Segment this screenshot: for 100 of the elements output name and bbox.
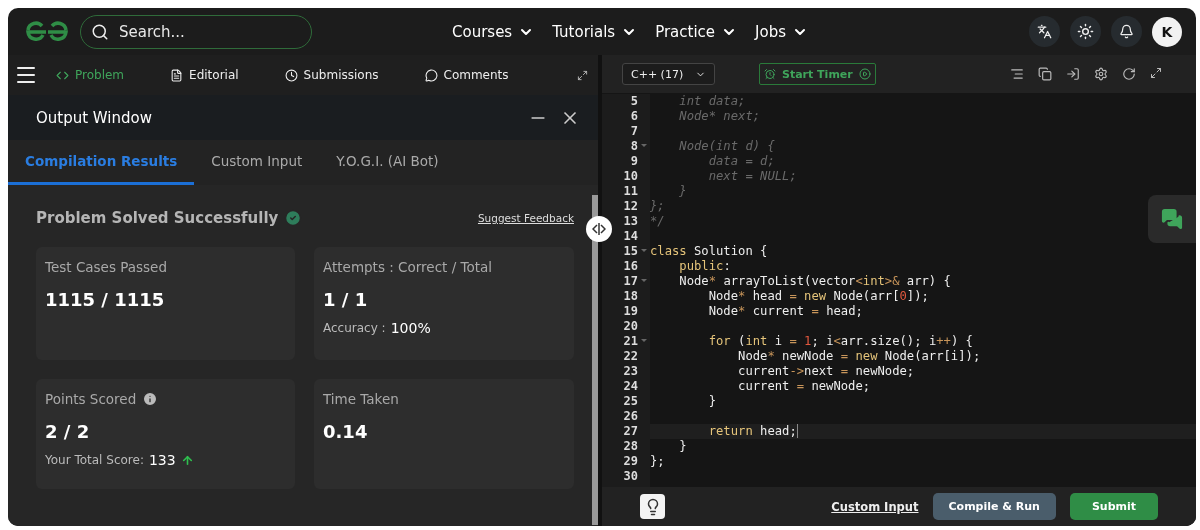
nav-menu-item[interactable]: Practice (655, 22, 738, 41)
play-icon (858, 68, 871, 80)
translate-icon[interactable] (1029, 16, 1060, 47)
code-line: public: (678, 259, 731, 273)
line-number: 13 (622, 214, 639, 229)
line-number: 5 (629, 94, 639, 109)
code-line: */ (650, 214, 665, 228)
line-number: 25 (622, 394, 639, 409)
clock-icon (284, 68, 298, 82)
card-title: Points Scored (45, 391, 137, 407)
code-line: Node* current = head; (707, 304, 863, 318)
lines-icon[interactable] (1010, 67, 1024, 81)
output-tab[interactable]: Y.O.G.I. (AI Bot) (319, 140, 456, 185)
line-number: 7 (629, 124, 639, 139)
card-value: 1 / 1 (323, 289, 369, 310)
code-line: for (int i = 1; i<arr.size(); i++) { (707, 334, 973, 348)
line-number: 30 (622, 469, 639, 484)
code-line: Node(int d) { (678, 139, 775, 153)
problem-tab[interactable]: Comments (424, 68, 509, 82)
speech-bubble-icon (424, 68, 438, 82)
code-line: Node* head = new Node(arr[0]); (707, 289, 929, 303)
line-number: 26 (622, 409, 639, 424)
code-line: data = d; (707, 154, 775, 168)
problem-tab[interactable]: Submissions (284, 68, 379, 82)
card-value: 2 / 2 (45, 421, 91, 442)
line-number: 17 (602, 274, 650, 289)
code-line: Node* newNode = new Node(arr[i]); (737, 349, 981, 363)
card-detail-value: 100% (390, 320, 431, 336)
line-number: 12 (622, 199, 639, 214)
code-line: }; (650, 454, 665, 468)
settings-icon[interactable] (1094, 67, 1108, 81)
alarm-clock-icon (764, 68, 776, 80)
import-icon[interactable] (1066, 67, 1080, 81)
code-line: return head; (707, 424, 797, 438)
card-detail-label: Your Total Score: (45, 453, 144, 467)
card-title: Attempts : Correct / Total (323, 259, 492, 275)
code-line: }; (650, 199, 665, 213)
status-message: Problem Solved Successfully (36, 209, 279, 227)
reset-icon[interactable] (1122, 67, 1136, 81)
text-cursor (796, 424, 798, 438)
line-number: 14 (622, 229, 639, 244)
line-number: 10 (622, 169, 639, 184)
expand-icon[interactable] (576, 69, 588, 81)
problem-tab[interactable]: Editorial (170, 68, 239, 82)
start-timer-button[interactable]: Start Timer (759, 63, 876, 85)
expand-icon[interactable] (1150, 67, 1162, 79)
code-line: } (678, 184, 687, 198)
line-number: 22 (622, 349, 639, 364)
code-line: current = newNode; (737, 379, 871, 393)
scrollbar[interactable] (592, 195, 598, 525)
line-number: 21 (602, 334, 650, 349)
problem-tab[interactable]: Problem (56, 68, 125, 82)
compile-run-button[interactable]: Compile & Run (932, 493, 1056, 520)
line-number: 16 (622, 259, 639, 274)
search-icon (91, 22, 109, 41)
code-line: } (707, 394, 717, 408)
card-detail-value: 133 (148, 452, 176, 468)
search-input[interactable]: Search... (117, 21, 287, 42)
code-line: class Solution { (650, 244, 768, 258)
avatar[interactable]: K (1152, 16, 1182, 47)
output-window-title: Output Window (36, 108, 152, 127)
line-number: 28 (622, 439, 639, 454)
nav-menu-item[interactable]: Tutorials (552, 22, 638, 41)
split-arrows-icon (592, 223, 606, 235)
card-value: 1115 / 1115 (45, 289, 166, 310)
code-line: next = NULL; (707, 169, 797, 183)
nav-menu-item[interactable]: Jobs (755, 22, 808, 41)
suggest-feedback-link[interactable]: Suggest Feedback (477, 212, 574, 224)
card-title: Time Taken (323, 391, 399, 407)
logo-icon[interactable] (24, 20, 70, 43)
line-number: 6 (629, 109, 639, 124)
line-number: 15 (602, 244, 650, 259)
chat-button[interactable] (1148, 195, 1196, 243)
copy-icon[interactable] (1038, 67, 1052, 81)
line-number: 29 (622, 454, 639, 469)
line-number: 11 (622, 184, 639, 199)
line-number: 23 (622, 364, 639, 379)
code-line: current->next = newNode; (737, 364, 915, 378)
output-tab[interactable]: Custom Input (194, 140, 320, 185)
bell-icon[interactable] (1111, 16, 1142, 47)
line-number: 19 (622, 304, 639, 319)
check-circle-icon (284, 209, 303, 227)
hint-button[interactable] (640, 494, 665, 519)
code-line: Node* next; (678, 109, 761, 123)
line-number: 18 (622, 289, 639, 304)
chat-icon (1161, 208, 1183, 230)
sun-icon[interactable] (1070, 16, 1101, 47)
nav-menu-item[interactable]: Courses (452, 22, 535, 41)
card-detail-label: Accuracy : (323, 321, 386, 335)
output-tab[interactable]: Compilation Results (8, 140, 195, 185)
line-number: 8 (602, 139, 650, 154)
language-select[interactable]: C++ (17) (622, 63, 715, 85)
info-icon[interactable] (142, 391, 159, 407)
code-line: } (678, 439, 687, 453)
line-number: 24 (622, 379, 639, 394)
custom-input-link[interactable]: Custom Input (831, 499, 919, 514)
submit-button[interactable]: Submit (1069, 493, 1158, 520)
code-line: Node* arrayToList(vector<int>& arr) { (678, 274, 951, 288)
card-value: 0.14 (323, 421, 369, 442)
code-line: int data; (678, 94, 746, 108)
